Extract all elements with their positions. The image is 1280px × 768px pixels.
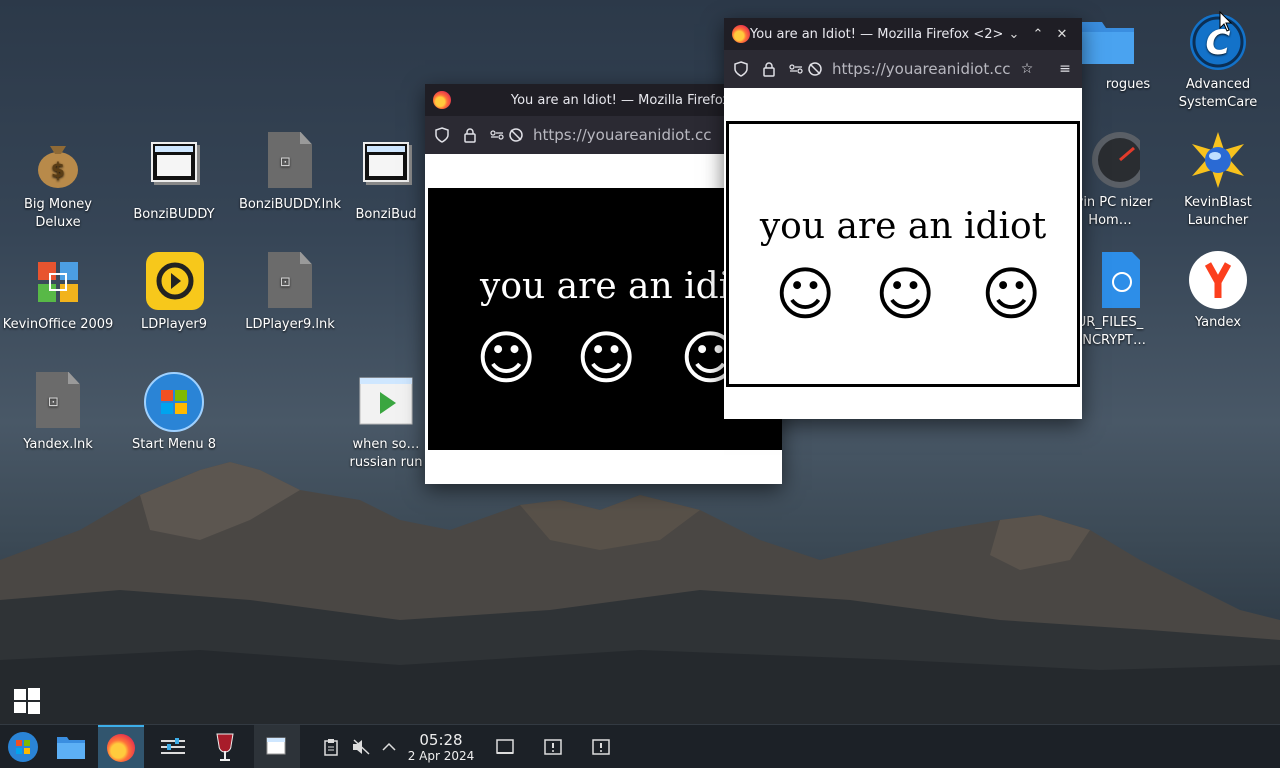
desktop-icon-label: KevinOffice 2009 — [2, 317, 114, 332]
desktop-icon-kevinoffice-2009[interactable]: KevinOffice 2009 — [0, 252, 116, 334]
desktop-icon-label: when so… russian run — [349, 437, 423, 470]
clock-date: 2 Apr 2024 — [407, 749, 475, 763]
desktop-icon-label: BonziBud — [355, 207, 417, 222]
shield-icon[interactable] — [431, 124, 453, 146]
notification-alert-icon[interactable] — [590, 736, 612, 758]
window-title: You are an Idiot! — Mozilla Firefox <2> — [750, 26, 1002, 42]
maximize-icon[interactable]: ⌃ — [1026, 27, 1050, 42]
web-file-icon — [1080, 250, 1144, 310]
sliders-icon — [161, 738, 185, 754]
chevron-up-icon[interactable] — [378, 736, 400, 758]
desktop-icon-big-money-deluxe[interactable]: $ Big Money Deluxe — [0, 132, 116, 232]
desktop-icon-bonzibuddy-lnk[interactable]: ⊡ BonziBUDDY.lnk — [232, 132, 348, 214]
smiley-icon: ☺ — [875, 260, 936, 328]
window-title: You are an Idiot! — Mozilla Firefox — [510, 92, 731, 108]
desktop-icon-ldplayer9[interactable]: LDPlayer9 — [116, 252, 232, 334]
wine-glass-icon — [216, 733, 234, 761]
windows-logo-icon[interactable] — [14, 688, 40, 714]
ldplayer-icon — [144, 252, 204, 312]
desktop-icon-yandex-lnk[interactable]: ⊡ Yandex.lnk — [0, 372, 116, 454]
windows-orb-icon — [144, 372, 204, 432]
folder-icon — [57, 737, 85, 759]
desktop-icon-label: Advanced SystemCare — [1178, 77, 1258, 110]
desktop-icon-label: LDPlayer9 — [141, 317, 207, 332]
windows-orb-icon — [8, 732, 38, 762]
shortcut-file-icon: ⊡ — [28, 372, 88, 432]
folder-icon — [1078, 12, 1138, 72]
taskbar-wine[interactable] — [202, 725, 248, 768]
desktop-icon-label: Yandex — [1194, 315, 1242, 330]
svg-text:$: $ — [51, 158, 65, 182]
application-window-icon — [144, 142, 204, 202]
permissions-icon[interactable] — [786, 58, 826, 80]
office-suite-icon — [28, 252, 88, 312]
page-content-white[interactable]: you are an idiot ☺ ☺ ☺ — [726, 121, 1080, 387]
kevinblast-icon — [1188, 130, 1248, 190]
clipboard-icon[interactable] — [320, 736, 342, 758]
idiot-heading: you are an idiot — [759, 206, 1047, 247]
mouse-cursor-icon — [1219, 11, 1233, 32]
star-icon[interactable]: ☆ — [1016, 58, 1038, 80]
money-bag-icon: $ — [28, 132, 88, 192]
shortcut-file-icon: ⊡ — [260, 132, 320, 192]
systemcare-icon: C — [1188, 12, 1248, 72]
lock-icon[interactable] — [459, 124, 481, 146]
yandex-browser-icon — [1188, 250, 1248, 310]
application-window-icon — [266, 737, 286, 755]
smiley-icon: ☺ — [576, 324, 637, 392]
video-file-icon — [356, 372, 416, 432]
application-window-icon — [356, 142, 416, 202]
taskbar-firefox[interactable] — [98, 725, 144, 768]
desktop-icon-start-menu-8[interactable]: Start Menu 8 — [116, 372, 232, 454]
volume-muted-icon[interactable] — [350, 736, 372, 758]
desktop-icon-label: KevinBlast Launcher — [1184, 195, 1252, 228]
desktop-icon-label: Start Menu 8 — [132, 437, 216, 452]
desktop-icon-yandex[interactable]: Yandex — [1160, 250, 1276, 332]
start-button[interactable] — [0, 725, 46, 768]
chevron-down-icon[interactable]: ⌄ — [1002, 27, 1026, 42]
menu-icon[interactable]: ≡ — [1054, 58, 1076, 80]
taskbar: 05:28 2 Apr 2024 — [0, 724, 1280, 768]
desktop-icon-label: Yandex.lnk — [23, 437, 93, 452]
close-icon[interactable]: ✕ — [1050, 27, 1074, 42]
smiley-icon: ☺ — [476, 324, 537, 392]
desktop-icon-ldplayer9-lnk[interactable]: ⊡ LDPlayer9.lnk — [232, 252, 348, 334]
url-bar[interactable]: https://youareanidiot.cc — [832, 60, 1010, 78]
taskbar-app-window[interactable] — [254, 725, 300, 768]
smiley-icon: ☺ — [775, 260, 836, 328]
smiley-icon: ☺ — [981, 260, 1042, 328]
show-desktop-icon[interactable] — [494, 736, 516, 758]
desktop-icon-label: Big Money Deluxe — [23, 197, 92, 230]
permissions-icon[interactable] — [487, 124, 527, 146]
window-titlebar[interactable]: You are an Idiot! — Mozilla Firefox <2> … — [724, 18, 1082, 50]
clock-time: 05:28 — [419, 731, 463, 749]
desktop-icon-kevinblast-launcher[interactable]: KevinBlast Launcher — [1160, 130, 1276, 230]
notification-alert-icon[interactable] — [542, 736, 564, 758]
desktop-icon-bonzibud[interactable]: BonziBud — [346, 132, 426, 224]
firefox-logo-icon — [107, 734, 135, 762]
desktop-icon-advanced-systemcare[interactable]: C Advanced SystemCare — [1160, 12, 1276, 112]
url-bar[interactable]: https://youareanidiot.cc — [533, 126, 748, 144]
firefox-logo-icon — [732, 25, 750, 43]
lock-icon[interactable] — [758, 58, 780, 80]
firefox-logo-icon — [433, 91, 451, 109]
desktop-icon-video[interactable]: when so… russian run — [346, 372, 426, 472]
navigation-toolbar: https://youareanidiot.cc ☆ ≡ — [724, 50, 1082, 88]
system-clock[interactable]: 05:28 2 Apr 2024 — [404, 731, 478, 764]
desktop-icon-bonzibuddy[interactable]: BonziBUDDY — [116, 132, 232, 224]
shortcut-file-icon: ⊡ — [260, 252, 320, 312]
desktop-icon-label: BonziBUDDY.lnk — [238, 197, 342, 212]
desktop-icon-label: LDPlayer9.lnk — [245, 317, 335, 332]
firefox-window-front[interactable]: You are an Idiot! — Mozilla Firefox <2> … — [724, 18, 1082, 419]
speedometer-icon — [1080, 130, 1148, 190]
desktop-icon-label: BonziBUDDY — [133, 207, 215, 222]
taskbar-file-manager[interactable] — [48, 725, 94, 768]
shield-icon[interactable] — [730, 58, 752, 80]
taskbar-settings[interactable] — [150, 725, 196, 768]
